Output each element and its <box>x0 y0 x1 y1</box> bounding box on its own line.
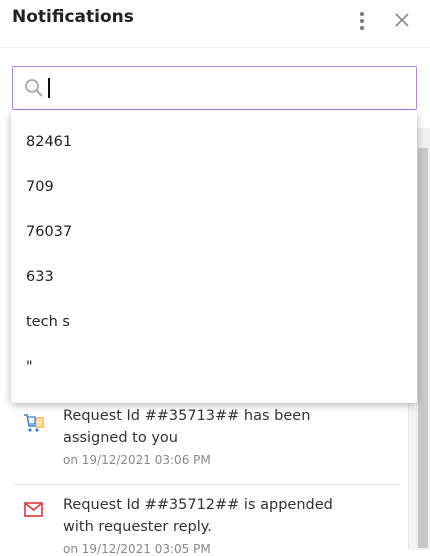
suggestion-label: tech s <box>26 314 70 330</box>
scrollbar-thumb[interactable] <box>418 148 428 548</box>
suggestion-label: 633 <box>26 269 54 285</box>
suggestion-label: 82461 <box>26 134 73 150</box>
search-suggestions-dropdown: 82461 709 76037 633 tech s " <box>11 111 417 403</box>
close-icon[interactable] <box>391 9 413 31</box>
suggestion-item[interactable]: tech s <box>11 304 417 344</box>
search-icon <box>24 78 44 98</box>
notification-text: Request Id ##35712## is appended with re… <box>63 497 333 535</box>
suggestion-label: 709 <box>26 179 54 195</box>
suggestion-item[interactable]: 709 <box>11 169 417 209</box>
mail-icon <box>23 499 45 521</box>
more-options-icon[interactable] <box>353 10 371 32</box>
notification-item[interactable]: Request Id ##35712## is appended with re… <box>12 486 400 556</box>
suggestion-item[interactable]: 76037 <box>11 214 417 254</box>
panel-header: Notifications <box>0 0 430 48</box>
suggestion-label: 76037 <box>26 224 73 240</box>
notification-time: on 19/12/2021 03:05 PM <box>63 542 211 556</box>
text-caret <box>48 78 50 98</box>
notification-item[interactable]: Request Id ##35713## has been assigned t… <box>12 404 400 485</box>
suggestion-item[interactable]: " <box>11 349 417 389</box>
search-box[interactable] <box>12 66 417 110</box>
cart-icon <box>23 412 45 434</box>
suggestion-item[interactable]: 82461 <box>11 124 417 164</box>
suggestion-label: " <box>26 359 33 375</box>
search-input[interactable] <box>47 76 407 100</box>
notification-text: Request Id ##35713## has been assigned t… <box>63 408 311 446</box>
page-title: Notifications <box>12 7 134 27</box>
scrollbar[interactable] <box>416 128 430 550</box>
notification-time: on 19/12/2021 03:06 PM <box>63 453 211 467</box>
suggestion-item[interactable]: 633 <box>11 259 417 299</box>
